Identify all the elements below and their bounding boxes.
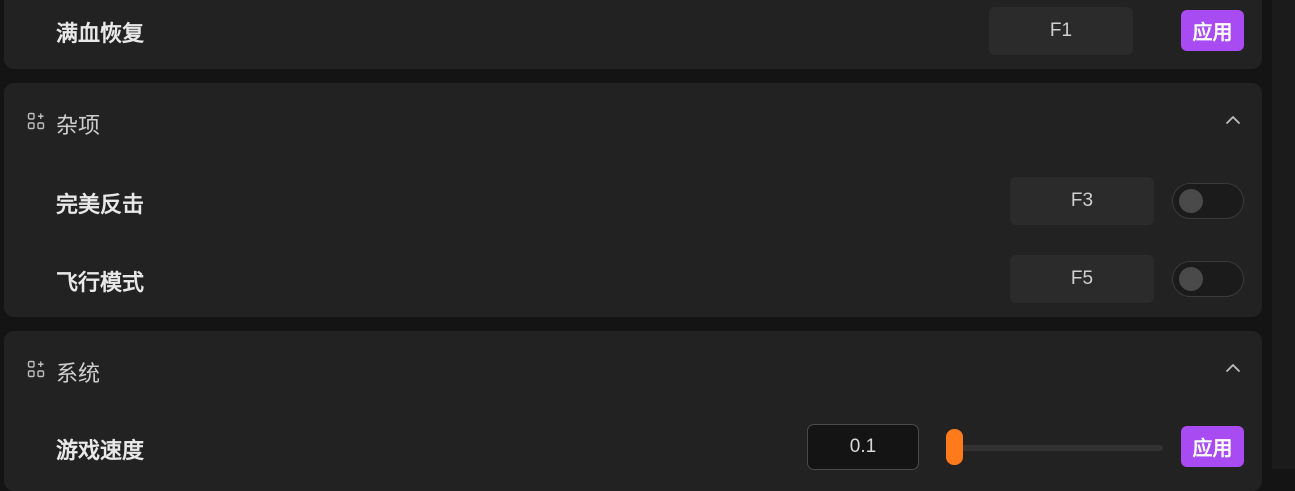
list-item: 飞行模式 F5 [4,255,1262,303]
hp-restore-apply-button[interactable]: 应用 [1181,10,1244,51]
hp-restore-hotkey-button[interactable]: F1 [989,7,1133,55]
chevron-up-icon[interactable] [1224,359,1242,377]
misc-section-header[interactable]: 杂项 [4,83,1262,160]
perfect-counter-hotkey-button[interactable]: F3 [1010,177,1154,225]
hp-restore-card: 满血恢复 F1 应用 [4,0,1262,69]
hp-restore-label: 满血恢复 [56,21,145,46]
perfect-counter-label: 完美反击 [56,192,145,217]
game-speed-apply-button[interactable]: 应用 [1181,426,1244,467]
scrollbar-track[interactable] [1272,0,1295,469]
apps-add-icon [27,360,45,378]
game-speed-row: 游戏速度 0.1 应用 [4,423,1262,471]
game-speed-label: 游戏速度 [56,438,145,463]
slider-track [955,445,1163,451]
list-item: 完美反击 F3 [4,177,1262,225]
chevron-up-icon[interactable] [1224,111,1242,129]
slider-thumb[interactable] [946,429,963,465]
fly-mode-hotkey-button[interactable]: F5 [1010,255,1154,303]
system-section: 系统 游戏速度 0.1 应用 [4,331,1262,491]
system-section-title: 系统 [56,361,101,386]
hp-restore-row: 满血恢复 F1 应用 [4,6,1262,55]
perfect-counter-toggle[interactable] [1172,183,1244,219]
misc-section: 杂项 完美反击 F3 飞行模式 F5 [4,83,1262,317]
game-speed-slider[interactable] [945,427,1163,467]
system-section-header[interactable]: 系统 [4,331,1262,408]
misc-section-title: 杂项 [56,113,101,138]
fly-mode-toggle[interactable] [1172,261,1244,297]
toggle-knob [1179,189,1203,213]
game-speed-input[interactable]: 0.1 [807,424,919,470]
fly-mode-label: 飞行模式 [56,270,145,295]
toggle-knob [1179,267,1203,291]
apps-add-icon [27,112,45,130]
